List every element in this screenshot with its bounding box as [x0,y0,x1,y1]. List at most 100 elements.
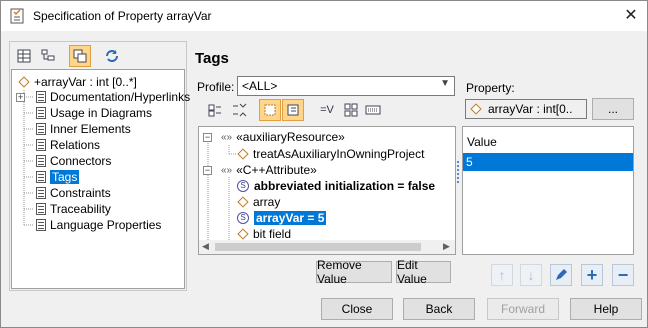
sidebar-item-documentation[interactable]: Documentation/Hyperlinks [36,89,190,105]
edit-value-button[interactable]: Edit Value [396,258,451,286]
sidebar-item-tags[interactable]: Tags [36,169,80,185]
property-browse-button[interactable]: ... [592,98,634,120]
scroll-left-icon[interactable]: ◀ [202,241,209,252]
page-icon [36,171,46,183]
property-value: arrayVar : int[0.. [488,102,573,116]
edit-icon[interactable] [550,264,572,286]
table-view-icon[interactable] [13,45,35,67]
refresh-icon[interactable] [101,45,123,67]
show-values-icon[interactable]: =V [316,99,338,121]
sidebar-item-label: Relations [50,138,101,152]
property-field[interactable]: arrayVar : int[0.. [465,99,587,119]
sidebar-item-label: Inner Elements [50,122,131,136]
tag-row[interactable]: SarrayVar = 5 [237,210,327,226]
page-title: Tags [195,50,229,67]
property-icon [237,228,249,240]
string-value-icon: S [237,180,249,192]
page-icon [36,91,46,103]
property-icon [470,103,482,115]
page-icon [36,123,46,135]
sidebar-item-constraints[interactable]: Constraints [36,185,111,201]
move-down-icon[interactable]: ↓ [520,264,542,286]
show-stereotype-icon[interactable] [259,99,281,121]
expand-icon: + [16,91,25,102]
help-button[interactable]: Help [570,298,642,320]
sidebar-item-inner-elements[interactable]: Inner Elements [36,121,131,137]
stereotype-icon: «» [221,131,233,143]
stereotype-icon: «» [221,164,233,176]
profile-select[interactable]: <ALL> ▼ [237,76,455,96]
tag-group-label: «auxiliaryResource» [236,130,345,144]
window-title: Specification of Property arrayVar [33,9,212,23]
move-up-icon[interactable]: ↑ [491,264,513,286]
sidebar-item-language-properties[interactable]: Language Properties [36,217,161,233]
navigation-tree: +arrayVar : int [0..*] + Documentation/H… [11,69,190,289]
page-icon [36,219,46,231]
show-tags-icon[interactable] [282,99,304,121]
page-icon [36,187,46,199]
property-label: Property: [466,81,515,95]
tag-label: arrayVar = 5 [254,211,327,225]
tree-expand-toggle[interactable]: + [16,89,28,105]
tag-group[interactable]: − «» «auxiliaryResource» [203,129,345,145]
string-value-icon: S [237,212,249,224]
tags-tree-lines [207,139,237,254]
remove-icon[interactable]: − [612,264,634,286]
sidebar-item-label: Traceability [50,202,111,216]
value-row[interactable]: 5 [463,153,633,171]
tag-group-label: «C++Attribute» [236,163,317,177]
tree-view-icon[interactable] [37,45,59,67]
specification-icon [10,8,24,24]
sidebar-item-label: Constraints [50,186,111,200]
expand-all-icon[interactable] [204,99,226,121]
back-button[interactable]: Back [403,298,475,320]
value-cell: 5 [466,155,473,169]
value-table: Value 5 [462,126,634,255]
keyboard-icon[interactable] [362,99,384,121]
splitter-handle[interactable] [457,161,460,183]
value-header: Value [467,135,497,149]
close-button[interactable]: Close [321,298,393,320]
property-icon [237,196,249,208]
sidebar-item-label: Language Properties [50,218,162,232]
sidebar-item-connectors[interactable]: Connectors [36,153,111,169]
page-icon [36,107,46,119]
remove-value-button[interactable]: Remove Value [316,258,392,286]
profile-select-value: <ALL> [242,79,278,93]
sidebar-item-label: Documentation/Hyperlinks [50,90,191,104]
tag-label: array [253,195,281,209]
scroll-thumb[interactable] [215,243,421,251]
sidebar-item-relations[interactable]: Relations [36,137,100,153]
sidebar-item-label: Connectors [50,154,112,168]
collapse-icon: − [203,164,212,175]
grid-icon[interactable] [340,99,362,121]
collapse-all-icon[interactable] [228,99,250,121]
page-icon [36,139,46,151]
sidebar-item-usage[interactable]: Usage in Diagrams [36,105,152,121]
tag-row[interactable]: array [237,194,280,210]
collapse-icon: − [203,131,212,142]
sidebar-item-label: Tags [50,170,80,184]
property-icon [237,148,249,160]
tag-label: abbreviated initialization = false [254,179,436,193]
page-icon [36,155,46,167]
tag-label: treatAsAuxiliaryInOwningProject [253,147,425,161]
scroll-right-icon[interactable]: ▶ [443,241,450,252]
close-window-icon[interactable]: ✕ [621,6,641,26]
chevron-down-icon: ▼ [440,78,450,89]
forward-button[interactable]: Forward [487,298,559,320]
title-bar: Specification of Property arrayVar ✕ [1,1,647,31]
sidebar-item-traceability[interactable]: Traceability [36,201,111,217]
tag-row[interactable]: Sabbreviated initialization = false [237,178,435,194]
specification-dialog: Specification of Property arrayVar ✕ +ar… [0,0,648,328]
tags-tree: − «» «auxiliaryResource» treatAsAuxiliaryI… [198,126,456,255]
sidebar-item-label: Usage in Diagrams [50,106,153,120]
tag-row[interactable]: treatAsAuxiliaryInOwningProject [237,146,424,162]
tag-label: bit field [253,227,292,241]
profile-label: Profile: [197,80,235,94]
page-icon [36,203,46,215]
add-icon[interactable]: + [581,264,603,286]
show-all-icon[interactable] [69,45,91,67]
tag-group[interactable]: − «» «C++Attribute» [203,162,317,178]
horizontal-scrollbar[interactable]: ◀ ▶ [199,240,455,254]
